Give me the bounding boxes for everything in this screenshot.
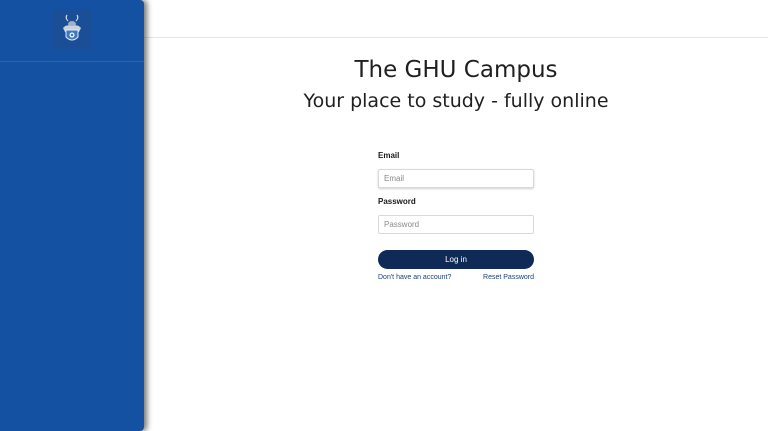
main-content: The GHU Campus Your place to study - ful…: [144, 38, 768, 431]
password-field[interactable]: [378, 215, 534, 234]
app-root: The GHU Campus Your place to study - ful…: [0, 0, 768, 431]
page-subtitle: Your place to study - fully online: [303, 90, 609, 112]
login-form: Email Password Log in Don't have an acco…: [378, 150, 534, 281]
page-title: The GHU Campus: [354, 57, 558, 83]
coat-of-arms-icon[interactable]: [52, 8, 92, 49]
sidebar: [0, 0, 144, 431]
sidebar-header: [0, 0, 144, 62]
top-bar: [144, 0, 768, 38]
login-button[interactable]: Log in: [378, 250, 534, 269]
signup-link[interactable]: Don't have an account?: [378, 274, 451, 281]
email-field[interactable]: [378, 169, 534, 188]
reset-password-link[interactable]: Reset Password: [483, 274, 534, 281]
auth-links: Don't have an account? Reset Password: [378, 274, 534, 281]
email-label: Email: [378, 151, 400, 160]
password-label: Password: [378, 197, 416, 206]
